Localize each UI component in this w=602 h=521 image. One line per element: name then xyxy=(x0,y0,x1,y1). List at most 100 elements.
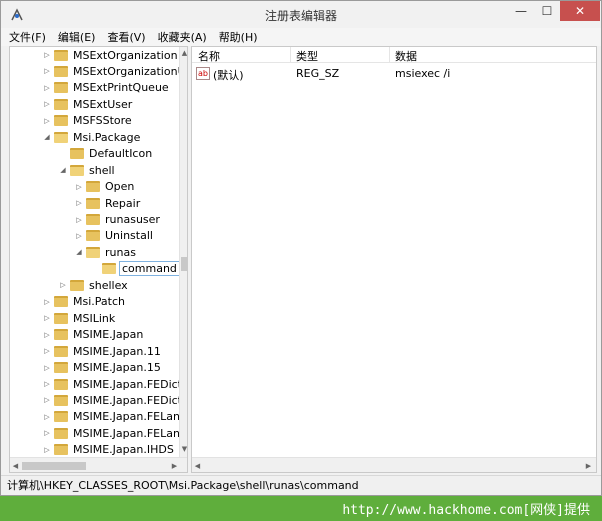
folder-icon xyxy=(54,362,68,374)
tree-node[interactable]: DefaultIcon xyxy=(58,146,154,162)
folder-icon xyxy=(70,148,84,160)
tree-node-label: shell xyxy=(89,163,115,177)
tree-node[interactable]: ▷ MSFSStore xyxy=(42,113,134,129)
tree-node[interactable]: ▷ MSIME.Japan.FEDict xyxy=(42,376,184,392)
scroll-left-arrow-icon[interactable]: ◀ xyxy=(11,462,20,470)
tree-node[interactable]: ◢ Msi.Package xyxy=(42,129,142,145)
column-header-type[interactable]: 类型 xyxy=(296,48,318,64)
collapsed-arrow-icon[interactable]: ▷ xyxy=(74,199,84,207)
value-row[interactable]: ab (默认) REG_SZ msiexec /i xyxy=(192,66,596,82)
tree-node-label: Uninstall xyxy=(105,229,153,243)
folder-icon xyxy=(54,444,68,456)
collapsed-arrow-icon[interactable]: ▷ xyxy=(42,51,52,59)
menu-help[interactable]: 帮助(H) xyxy=(219,29,258,45)
scroll-down-arrow-icon[interactable]: ▼ xyxy=(180,445,187,453)
tree-node[interactable]: ◢ shell xyxy=(58,162,117,178)
tree-node-label: shellex xyxy=(89,278,128,292)
collapsed-arrow-icon[interactable]: ▷ xyxy=(42,364,52,372)
expanded-arrow-icon[interactable]: ◢ xyxy=(58,166,68,174)
tree-node[interactable]: ▷ MSIME.Japan.IHDS xyxy=(42,442,176,458)
tree-node[interactable]: ▷ MSILink xyxy=(42,310,117,326)
tree-node[interactable]: ▷ MSIME.Japan xyxy=(42,327,145,343)
collapsed-arrow-icon[interactable]: ▷ xyxy=(42,117,52,125)
tree-node[interactable]: ▷ MSIME.Japan.FELang xyxy=(42,409,187,425)
tree-scroll-thumb[interactable] xyxy=(181,257,187,271)
tree-node[interactable]: ◢ runas xyxy=(74,244,138,260)
registry-values-list[interactable]: 名称 类型 数据 ab (默认) REG_SZ msiexec /i ◀ ▶ xyxy=(191,46,597,473)
tree-vertical-scrollbar[interactable]: ▲ ▼ xyxy=(179,47,187,457)
collapsed-arrow-icon[interactable]: ▷ xyxy=(42,331,52,339)
folder-icon xyxy=(54,82,68,94)
collapsed-arrow-icon[interactable]: ▷ xyxy=(42,413,52,421)
tree-node[interactable]: ▷ MSExtUser xyxy=(42,96,134,112)
column-header-data[interactable]: 数据 xyxy=(395,48,417,64)
list-horizontal-scrollbar[interactable]: ◀ ▶ xyxy=(192,457,596,472)
collapsed-arrow-icon[interactable]: ▷ xyxy=(42,446,52,454)
tree-node-label: MSIME.Japan.15 xyxy=(73,361,161,375)
collapsed-arrow-icon[interactable]: ▷ xyxy=(42,347,52,355)
folder-icon xyxy=(54,296,68,308)
tree-node[interactable]: ▷ MSIME.Japan.FEDict. xyxy=(42,392,187,408)
collapsed-arrow-icon[interactable]: ▷ xyxy=(74,232,84,240)
tree-node[interactable]: ▷ Open xyxy=(74,179,136,195)
scroll-right-arrow-icon[interactable]: ▶ xyxy=(170,462,179,470)
registry-key-tree[interactable]: ▷ MSExtOrganization ▷ MSExtOrganizationU ▷ MS… xyxy=(9,46,188,473)
tree-node[interactable]: ▷ MSExtPrintQueue xyxy=(42,80,171,96)
scroll-left-arrow-icon[interactable]: ◀ xyxy=(193,462,202,470)
collapsed-arrow-icon[interactable]: ▷ xyxy=(58,281,68,289)
open-folder-icon xyxy=(86,246,100,258)
menu-file[interactable]: 文件(F) xyxy=(9,29,46,45)
collapsed-arrow-icon[interactable]: ▷ xyxy=(42,314,52,322)
tree-node[interactable]: command xyxy=(90,261,180,277)
tree-node[interactable]: ▷ runasuser xyxy=(74,212,162,228)
tree-node-label: MSExtOrganizationU xyxy=(73,64,186,78)
column-divider[interactable] xyxy=(389,47,390,63)
minimize-button[interactable]: — xyxy=(508,1,534,21)
collapsed-arrow-icon[interactable]: ▷ xyxy=(42,100,52,108)
tree-node-label: DefaultIcon xyxy=(89,147,153,161)
collapsed-arrow-icon[interactable]: ▷ xyxy=(74,216,84,224)
tree-node[interactable]: ▷ Repair xyxy=(74,195,142,211)
menu-edit[interactable]: 编辑(E) xyxy=(58,29,96,45)
collapsed-arrow-icon[interactable]: ▷ xyxy=(42,396,52,404)
tree-hscroll-thumb[interactable] xyxy=(22,462,86,470)
string-value-icon: ab xyxy=(196,67,210,80)
collapsed-arrow-icon[interactable]: ▷ xyxy=(42,84,52,92)
tree-node-label: MSIME.Japan.FELang xyxy=(73,410,187,424)
collapsed-arrow-icon[interactable]: ▷ xyxy=(42,67,52,75)
tree-horizontal-scrollbar[interactable]: ◀ ▶ xyxy=(10,457,187,472)
tree-node[interactable]: ▷ MSExtOrganization xyxy=(42,47,180,63)
tree-node[interactable]: ▷ MSExtOrganizationU xyxy=(42,63,187,79)
collapsed-arrow-icon[interactable]: ▷ xyxy=(42,429,52,437)
collapsed-arrow-icon[interactable]: ▷ xyxy=(74,183,84,191)
tree-node[interactable]: ▷ shellex xyxy=(58,277,130,293)
expanded-arrow-icon[interactable]: ◢ xyxy=(42,133,52,141)
tree-node[interactable]: ▷ Uninstall xyxy=(74,228,155,244)
column-divider[interactable] xyxy=(290,47,291,63)
folder-icon xyxy=(54,115,68,127)
scroll-up-arrow-icon[interactable]: ▲ xyxy=(180,49,187,57)
column-header-name[interactable]: 名称 xyxy=(198,48,220,64)
value-data: msiexec /i xyxy=(395,67,451,80)
expanded-arrow-icon[interactable]: ◢ xyxy=(74,248,84,256)
tree-node-label: Msi.Package xyxy=(73,130,141,144)
tree-node[interactable]: ▷ MSIME.Japan.FELang xyxy=(42,425,187,441)
tree-node[interactable]: ▷ Msi.Patch xyxy=(42,294,127,310)
menu-favorites[interactable]: 收藏夹(A) xyxy=(158,29,207,45)
folder-icon xyxy=(86,230,100,242)
collapsed-arrow-icon[interactable]: ▷ xyxy=(42,298,52,306)
menu-view[interactable]: 查看(V) xyxy=(107,29,145,45)
scroll-right-arrow-icon[interactable]: ▶ xyxy=(584,462,593,470)
tree-node-label: runasuser xyxy=(105,213,160,226)
close-button[interactable]: ✕ xyxy=(560,1,600,21)
tree-node[interactable]: ▷ MSIME.Japan.15 xyxy=(42,360,163,376)
menu-bar: 文件(F) 编辑(E) 查看(V) 收藏夹(A) 帮助(H) xyxy=(1,28,601,46)
folder-icon xyxy=(54,329,68,341)
collapsed-arrow-icon[interactable]: ▷ xyxy=(42,380,52,388)
folder-icon xyxy=(86,214,100,225)
tree-node[interactable]: ▷ MSIME.Japan.11 xyxy=(42,343,163,359)
title-bar[interactable]: 注册表编辑器 — ☐ ✕ xyxy=(1,1,601,28)
open-folder-icon xyxy=(102,263,116,275)
watermark-band: http://www.hackhome.com[网侠]提供 xyxy=(0,496,602,521)
maximize-button[interactable]: ☐ xyxy=(534,1,560,21)
